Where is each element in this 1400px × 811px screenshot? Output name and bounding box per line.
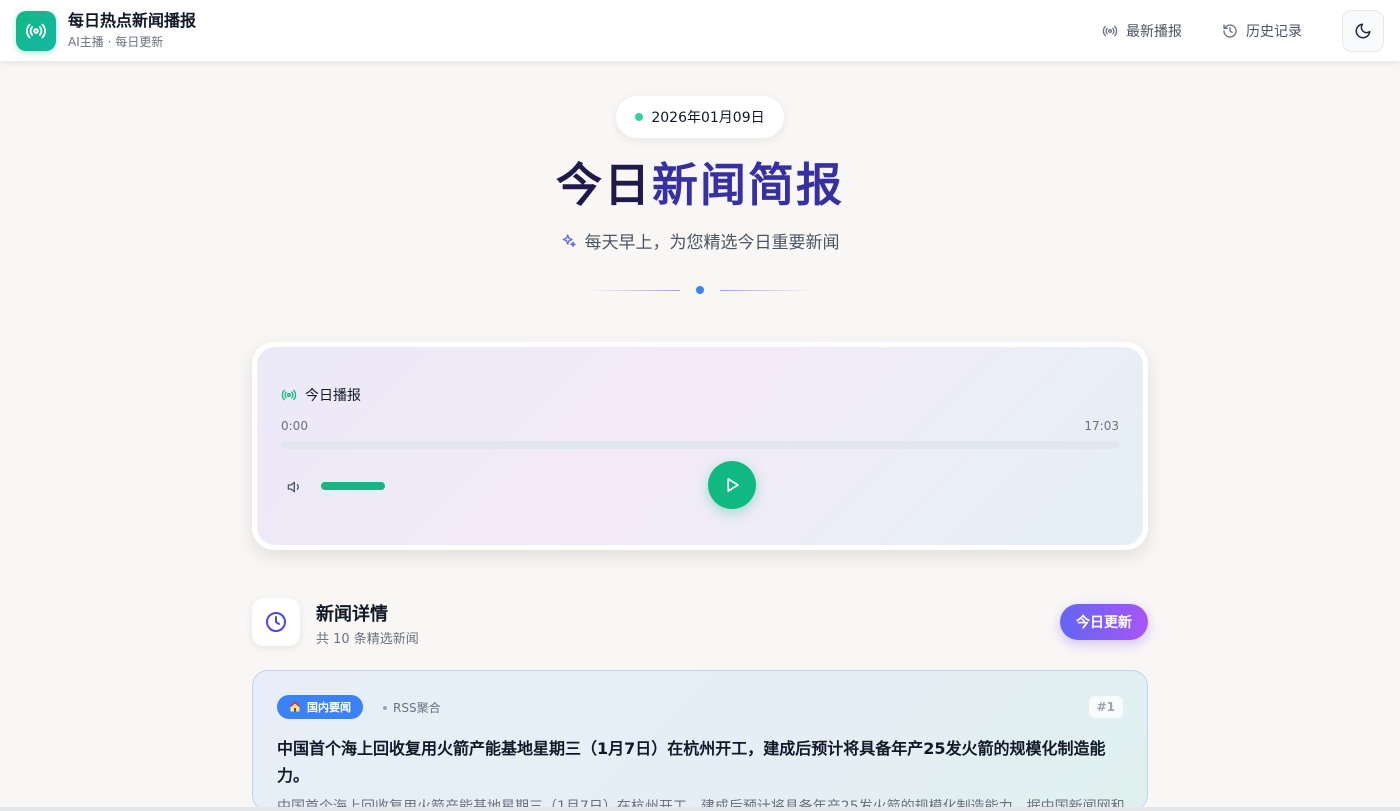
broadcast-icon xyxy=(26,23,46,38)
horizontal-scrollbar[interactable] xyxy=(0,807,1400,811)
play-icon xyxy=(727,478,739,492)
news-source: RSS聚合 xyxy=(383,699,441,716)
page-title-part2: 新闻简报 xyxy=(652,158,844,212)
brand: 每日热点新闻播报 AI主播 · 每日更新 xyxy=(68,11,196,51)
news-index: #1 xyxy=(1088,696,1123,718)
category-badge: 国内要闻 xyxy=(277,695,363,719)
page-title-part1: 今日 xyxy=(556,158,652,212)
volume-button[interactable] xyxy=(287,479,303,499)
status-dot xyxy=(635,113,644,121)
progress-bar[interactable] xyxy=(281,441,1119,449)
player-label-text: 今日播报 xyxy=(305,388,361,404)
moon-icon xyxy=(1355,23,1371,38)
logo[interactable] xyxy=(16,10,56,51)
top-header: 每日热点新闻播报 AI主播 · 每日更新 最新播报 历史记录 xyxy=(0,0,1400,61)
history-icon xyxy=(1223,23,1237,38)
decorative-divider xyxy=(585,285,815,295)
news-title: 中国首个海上回收复用火箭产能基地星期三（1月7日）在杭州开工，建成后预计将具备年… xyxy=(277,739,1106,785)
theme-toggle-button[interactable] xyxy=(1342,9,1384,52)
brand-subtitle: AI主播 · 每日更新 xyxy=(68,34,164,49)
news-section-title: 新闻详情 xyxy=(316,604,388,625)
date-text: 2026年01月09日 xyxy=(651,110,765,126)
news-section-icon-box xyxy=(252,598,300,646)
clock-icon xyxy=(266,612,286,632)
news-card[interactable]: 国内要闻 RSS聚合 #1 中国首个海上回收复用火箭产能基地星期三（1月7日）在… xyxy=(252,670,1148,811)
page-subtitle: 每天早上，为您精选今日重要新闻 xyxy=(0,228,1400,253)
broadcast-icon xyxy=(1102,25,1118,36)
page-subtitle-text: 每天早上，为您精选今日重要新闻 xyxy=(584,233,840,253)
player-label: 今日播报 xyxy=(281,385,361,405)
current-time: 0:00 xyxy=(281,419,308,433)
page-title: 今日新闻简报 xyxy=(0,152,1400,218)
volume-fill xyxy=(321,482,385,490)
top-nav: 最新播报 历史记录 xyxy=(1102,9,1384,52)
house-icon xyxy=(290,701,300,712)
news-section-subtitle: 共 10 条精选新闻 xyxy=(316,632,419,647)
nav-history[interactable]: 历史记录 xyxy=(1222,21,1302,41)
nav-latest-label: 最新播报 xyxy=(1126,23,1182,40)
brand-title: 每日热点新闻播报 xyxy=(68,10,197,30)
volume-icon xyxy=(287,481,299,493)
volume-slider[interactable] xyxy=(321,482,385,490)
audio-player-card: 今日播报 0:00 17:03 xyxy=(252,342,1148,550)
broadcast-icon xyxy=(281,389,297,401)
nav-history-label: 历史记录 xyxy=(1246,23,1302,40)
play-button[interactable] xyxy=(708,461,756,509)
category-label: 国内要闻 xyxy=(307,701,351,714)
total-time: 17:03 xyxy=(1084,419,1119,433)
separator-dot xyxy=(383,705,387,710)
audio-player: 今日播报 0:00 17:03 xyxy=(257,347,1143,545)
sparkles-icon xyxy=(562,233,576,247)
nav-latest-broadcast[interactable]: 最新播报 xyxy=(1102,21,1182,41)
today-update-button[interactable]: 今日更新 xyxy=(1060,604,1148,640)
news-source-label: RSS聚合 xyxy=(393,701,441,715)
date-badge: 2026年01月09日 xyxy=(616,96,784,138)
